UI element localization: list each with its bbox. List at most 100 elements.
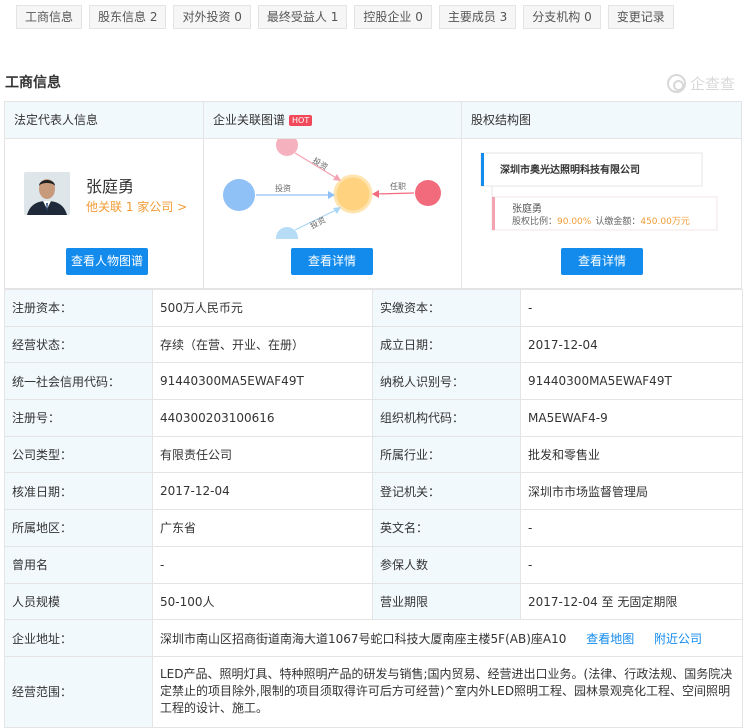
equity-details-button[interactable]: 查看详情 (561, 248, 643, 275)
scope-value: LED产品、照明灯具、特种照明产品的研发与销售;国内贸易、经营进出口业务。(法律… (152, 655, 743, 728)
address-value: 深圳市南山区招商街道南海大道1067号蛇口科技大厦南座主楼5F(AB)座A10 (160, 631, 567, 646)
enterprise-graph-title: 企业关联图谱 (213, 113, 286, 127)
equity-structure-diagram[interactable]: 深圳市奥光达照明科技有限公司 张庭勇 股权比例：90.00% 认缴金额：450.0… (462, 139, 742, 239)
info-key: 纳税人识别号： (372, 362, 521, 401)
graph-label-invest1: 投资 (275, 183, 291, 193)
graph-node-bottom (276, 227, 298, 239)
info-row: 核准日期： 2017-12-04 登记机关： 深圳市市场监督管理局 (4, 472, 743, 511)
info-key: 公司类型： (4, 435, 153, 474)
info-value: 批发和零售业 (520, 435, 743, 474)
tab-branches[interactable]: 分支机构 0 (523, 5, 601, 29)
tab-shareholders[interactable]: 股东信息 2 (89, 5, 167, 29)
equity-structure-title: 股权结构图 (462, 102, 741, 139)
info-value: 存续（在营、开业、在册） (152, 325, 373, 364)
address-key: 企业地址： (4, 619, 153, 657)
enterprise-graph-card: 企业关联图谱 HOT 投资 投资 投资 任职 查看详情 (204, 102, 462, 288)
graph-node-top (276, 139, 298, 156)
logo-text: 企查查 (690, 75, 736, 93)
info-key: 统一社会信用代码： (4, 362, 153, 401)
qichacha-logo: 企查查 (667, 73, 735, 94)
info-value: 广东省 (152, 509, 373, 547)
summary-cards: 法定代表人信息 张庭勇 他关联 1 家公司 > 查看人物图谱 企业关联图谱 HOT (4, 101, 742, 289)
svg-text:股权比例：90.00%认缴金额：450.00万元: 股权比例：90.00% 认缴金额：450.00万元 (512, 215, 690, 227)
info-key: 成立日期： (372, 325, 521, 364)
info-value: 有限责任公司 (152, 435, 373, 474)
info-key: 营业期限 (372, 582, 521, 621)
info-row: 公司类型： 有限责任公司 所属行业： 批发和零售业 (4, 435, 743, 474)
tab-change-records[interactable]: 变更记录 (607, 5, 674, 29)
enterprise-graph-header: 企业关联图谱 HOT (204, 102, 461, 139)
tab-investments[interactable]: 对外投资 0 (173, 5, 251, 29)
equity-amount-label: 认缴金额： (595, 215, 640, 227)
info-value: 2017-12-04 至 无固定期限 (520, 582, 743, 621)
info-value: 440300203100616 (152, 399, 373, 437)
info-value: 深圳市市场监督管理局 (520, 472, 743, 511)
info-row: 注册号： 440300203100616 组织机构代码： MA5EWAF4-9 (4, 399, 743, 437)
info-row: 经营状态： 存续（在营、开业、在册） 成立日期： 2017-12-04 (4, 325, 743, 364)
scope-row: 经营范围： LED产品、照明灯具、特种照明产品的研发与销售;国内贸易、经营进出口… (4, 655, 743, 728)
graph-details-button[interactable]: 查看详情 (291, 248, 373, 275)
nearby-companies-link[interactable]: 附近公司 (654, 632, 702, 646)
business-info-table: 注册资本： 500万人民币元 实缴资本： - 经营状态： 存续（在营、开业、在册… (4, 289, 743, 728)
tab-controlled-companies[interactable]: 控股企业 0 (354, 5, 432, 29)
info-value: - (520, 509, 743, 547)
info-value: - (520, 545, 743, 584)
scope-key: 经营范围： (4, 655, 153, 728)
info-key: 注册资本： (4, 289, 153, 327)
info-row: 人员规模 50-100人 营业期限 2017-12-04 至 无固定期限 (4, 582, 743, 621)
avatar[interactable] (24, 172, 70, 215)
equity-person-name: 张庭勇 (512, 202, 542, 215)
tab-bar: 工商信息 股东信息 2 对外投资 0 最终受益人 1 控股企业 0 主要成员 3… (16, 5, 674, 29)
graph-node-left (223, 179, 255, 211)
info-value: 500万人民币元 (152, 289, 373, 327)
info-key: 经营状态： (4, 325, 153, 364)
info-value: 91440300MA5EWAF49T (152, 362, 373, 401)
legal-rep-card: 法定代表人信息 张庭勇 他关联 1 家公司 > 查看人物图谱 (5, 102, 204, 288)
graph-label-invest3: 投资 (308, 214, 327, 230)
related-companies-link[interactable]: 他关联 1 家公司 > (86, 198, 187, 215)
qichacha-logo-icon (667, 74, 686, 93)
equity-structure-card: 股权结构图 深圳市奥光达照明科技有限公司 张庭勇 股权比例：90.00% 认缴金额… (462, 102, 741, 288)
info-key: 实缴资本： (372, 289, 521, 327)
info-key: 所属地区： (4, 509, 153, 547)
info-value: MA5EWAF4-9 (520, 399, 743, 437)
address-row: 企业地址： 深圳市南山区招商街道南海大道1067号蛇口科技大厦南座主楼5F(AB… (4, 619, 743, 657)
equity-ratio: 90.00% (557, 217, 592, 227)
hot-badge: HOT (289, 115, 313, 126)
graph-label-role: 任职 (390, 181, 406, 191)
info-key: 所属行业： (372, 435, 521, 474)
info-row: 注册资本： 500万人民币元 实缴资本： - (4, 289, 743, 327)
info-row: 所属地区： 广东省 英文名： - (4, 509, 743, 547)
info-key: 曾用名 (4, 545, 153, 584)
graph-label-invest2: 投资 (311, 155, 330, 172)
info-key: 组织机构代码： (372, 399, 521, 437)
equity-company-name: 深圳市奥光达照明科技有限公司 (500, 163, 640, 176)
info-value: - (152, 545, 373, 584)
info-row: 曾用名 - 参保人数 - (4, 545, 743, 584)
equity-ratio-label: 股权比例： (512, 215, 557, 227)
legal-rep-name[interactable]: 张庭勇 (86, 173, 134, 197)
info-value: 91440300MA5EWAF49T (520, 362, 743, 401)
address-cell: 深圳市南山区招商街道南海大道1067号蛇口科技大厦南座主楼5F(AB)座A10 … (152, 619, 743, 657)
info-key: 核准日期： (4, 472, 153, 511)
info-value: - (520, 289, 743, 327)
tab-business-info[interactable]: 工商信息 (16, 5, 83, 29)
info-row: 统一社会信用代码： 91440300MA5EWAF49T 纳税人识别号： 914… (4, 362, 743, 401)
tab-beneficiaries[interactable]: 最终受益人 1 (257, 5, 348, 29)
view-map-link[interactable]: 查看地图 (586, 632, 634, 646)
graph-node-center (333, 174, 373, 214)
section-title: 工商信息 (5, 75, 61, 91)
enterprise-graph-diagram[interactable]: 投资 投资 投资 任职 (204, 139, 459, 239)
graph-node-right (415, 180, 441, 206)
info-key: 参保人数 (372, 545, 521, 584)
person-graph-button[interactable]: 查看人物图谱 (66, 248, 148, 275)
tab-key-members[interactable]: 主要成员 3 (438, 5, 517, 29)
info-key: 登记机关： (372, 472, 521, 511)
info-key: 人员规模 (4, 582, 153, 621)
info-value: 2017-12-04 (152, 472, 373, 511)
info-key: 英文名： (372, 509, 521, 547)
info-value: 2017-12-04 (520, 325, 743, 364)
equity-amount: 450.00万元 (640, 217, 690, 227)
info-key: 注册号： (4, 399, 153, 437)
info-value: 50-100人 (152, 582, 373, 621)
